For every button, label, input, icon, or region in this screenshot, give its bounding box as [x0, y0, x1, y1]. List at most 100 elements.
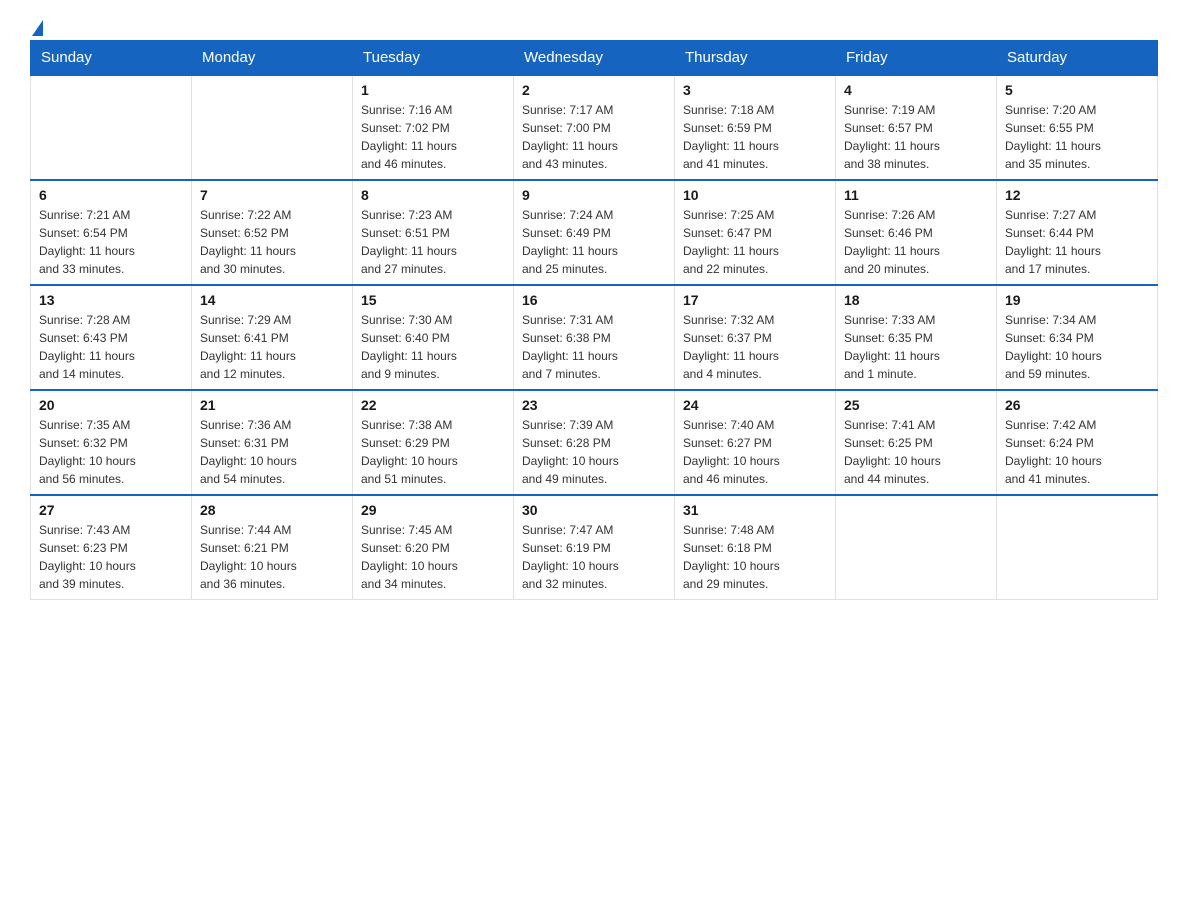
calendar-cell: 12Sunrise: 7:27 AM Sunset: 6:44 PM Dayli…	[997, 180, 1158, 285]
day-info: Sunrise: 7:34 AM Sunset: 6:34 PM Dayligh…	[1005, 311, 1149, 383]
day-number: 9	[522, 187, 666, 203]
day-info: Sunrise: 7:39 AM Sunset: 6:28 PM Dayligh…	[522, 416, 666, 488]
day-info: Sunrise: 7:32 AM Sunset: 6:37 PM Dayligh…	[683, 311, 827, 383]
day-info: Sunrise: 7:31 AM Sunset: 6:38 PM Dayligh…	[522, 311, 666, 383]
day-info: Sunrise: 7:38 AM Sunset: 6:29 PM Dayligh…	[361, 416, 505, 488]
day-info: Sunrise: 7:24 AM Sunset: 6:49 PM Dayligh…	[522, 206, 666, 278]
day-number: 27	[39, 502, 183, 518]
day-info: Sunrise: 7:48 AM Sunset: 6:18 PM Dayligh…	[683, 521, 827, 593]
day-info: Sunrise: 7:42 AM Sunset: 6:24 PM Dayligh…	[1005, 416, 1149, 488]
calendar-cell: 18 Sunrise: 7:33 AM Sunset: 6:35 PM Dayli…	[836, 285, 997, 390]
day-number: 1	[361, 82, 505, 98]
day-number: 13	[39, 292, 183, 308]
day-number: 30	[522, 502, 666, 518]
weekday-header-monday: Monday	[192, 41, 353, 76]
day-info: Sunrise: 7:40 AM Sunset: 6:27 PM Dayligh…	[683, 416, 827, 488]
calendar-cell: 3 Sunrise: 7:18 AM Sunset: 6:59 PM Daylig…	[675, 75, 836, 180]
calendar-cell: 20Sunrise: 7:35 AM Sunset: 6:32 PM Dayli…	[31, 390, 192, 495]
page-header	[30, 20, 1158, 30]
day-number: 20	[39, 397, 183, 413]
calendar-cell: 10 Sunrise: 7:25 AM Sunset: 6:47 PM Dayli…	[675, 180, 836, 285]
day-number: 2	[522, 82, 666, 98]
day-info: Sunrise: 7:25 AM Sunset: 6:47 PM Dayligh…	[683, 206, 827, 278]
calendar-cell: 2 Sunrise: 7:17 AM Sunset: 7:00 PM Daylig…	[514, 75, 675, 180]
day-number: 26	[1005, 397, 1149, 413]
calendar-cell: 16 Sunrise: 7:31 AM Sunset: 6:38 PM Dayli…	[514, 285, 675, 390]
calendar-cell: 31 Sunrise: 7:48 AM Sunset: 6:18 PM Dayli…	[675, 495, 836, 600]
day-info: Sunrise: 7:18 AM Sunset: 6:59 PM Dayligh…	[683, 101, 827, 173]
logo-triangle-icon	[32, 20, 43, 36]
calendar-cell: 21 Sunrise: 7:36 AM Sunset: 6:31 PM Dayli…	[192, 390, 353, 495]
calendar-cell: 13 Sunrise: 7:28 AM Sunset: 6:43 PM Dayli…	[31, 285, 192, 390]
calendar-cell: 26 Sunrise: 7:42 AM Sunset: 6:24 PM Dayli…	[997, 390, 1158, 495]
week-row-5: 27Sunrise: 7:43 AM Sunset: 6:23 PM Dayli…	[31, 495, 1158, 600]
day-info: Sunrise: 7:44 AM Sunset: 6:21 PM Dayligh…	[200, 521, 344, 593]
day-info: Sunrise: 7:33 AM Sunset: 6:35 PM Dayligh…	[844, 311, 988, 383]
logo	[30, 20, 43, 30]
day-number: 15	[361, 292, 505, 308]
weekday-header-tuesday: Tuesday	[353, 41, 514, 76]
logo-line1	[30, 20, 43, 36]
day-number: 14	[200, 292, 344, 308]
day-info: Sunrise: 7:16 AM Sunset: 7:02 PM Dayligh…	[361, 101, 505, 173]
calendar-cell: 1 Sunrise: 7:16 AM Sunset: 7:02 PM Daylig…	[353, 75, 514, 180]
day-number: 31	[683, 502, 827, 518]
calendar-cell: 4 Sunrise: 7:19 AM Sunset: 6:57 PM Daylig…	[836, 75, 997, 180]
day-info: Sunrise: 7:28 AM Sunset: 6:43 PM Dayligh…	[39, 311, 183, 383]
day-info: Sunrise: 7:22 AM Sunset: 6:52 PM Dayligh…	[200, 206, 344, 278]
day-number: 8	[361, 187, 505, 203]
day-number: 4	[844, 82, 988, 98]
weekday-header-friday: Friday	[836, 41, 997, 76]
day-number: 29	[361, 502, 505, 518]
calendar-cell: 29 Sunrise: 7:45 AM Sunset: 6:20 PM Dayli…	[353, 495, 514, 600]
calendar-cell: 28 Sunrise: 7:44 AM Sunset: 6:21 PM Dayli…	[192, 495, 353, 600]
day-number: 28	[200, 502, 344, 518]
calendar-cell: 14Sunrise: 7:29 AM Sunset: 6:41 PM Dayli…	[192, 285, 353, 390]
calendar-cell: 19 Sunrise: 7:34 AM Sunset: 6:34 PM Dayli…	[997, 285, 1158, 390]
day-info: Sunrise: 7:23 AM Sunset: 6:51 PM Dayligh…	[361, 206, 505, 278]
day-info: Sunrise: 7:36 AM Sunset: 6:31 PM Dayligh…	[200, 416, 344, 488]
day-number: 24	[683, 397, 827, 413]
day-number: 7	[200, 187, 344, 203]
calendar-cell: 23 Sunrise: 7:39 AM Sunset: 6:28 PM Dayli…	[514, 390, 675, 495]
week-row-1: 1 Sunrise: 7:16 AM Sunset: 7:02 PM Daylig…	[31, 75, 1158, 180]
calendar-cell: 30 Sunrise: 7:47 AM Sunset: 6:19 PM Dayli…	[514, 495, 675, 600]
calendar-cell: 8 Sunrise: 7:23 AM Sunset: 6:51 PM Daylig…	[353, 180, 514, 285]
weekday-header-thursday: Thursday	[675, 41, 836, 76]
day-number: 21	[200, 397, 344, 413]
day-number: 16	[522, 292, 666, 308]
day-info: Sunrise: 7:21 AM Sunset: 6:54 PM Dayligh…	[39, 206, 183, 278]
calendar-cell: 5 Sunrise: 7:20 AM Sunset: 6:55 PM Daylig…	[997, 75, 1158, 180]
weekday-header-saturday: Saturday	[997, 41, 1158, 76]
day-info: Sunrise: 7:17 AM Sunset: 7:00 PM Dayligh…	[522, 101, 666, 173]
day-number: 3	[683, 82, 827, 98]
calendar-cell: 22Sunrise: 7:38 AM Sunset: 6:29 PM Dayli…	[353, 390, 514, 495]
week-row-3: 13 Sunrise: 7:28 AM Sunset: 6:43 PM Dayli…	[31, 285, 1158, 390]
weekday-header-wednesday: Wednesday	[514, 41, 675, 76]
day-info: Sunrise: 7:45 AM Sunset: 6:20 PM Dayligh…	[361, 521, 505, 593]
day-info: Sunrise: 7:20 AM Sunset: 6:55 PM Dayligh…	[1005, 101, 1149, 173]
calendar-cell: 27Sunrise: 7:43 AM Sunset: 6:23 PM Dayli…	[31, 495, 192, 600]
day-number: 6	[39, 187, 183, 203]
calendar-cell: 25 Sunrise: 7:41 AM Sunset: 6:25 PM Dayli…	[836, 390, 997, 495]
day-info: Sunrise: 7:19 AM Sunset: 6:57 PM Dayligh…	[844, 101, 988, 173]
day-info: Sunrise: 7:26 AM Sunset: 6:46 PM Dayligh…	[844, 206, 988, 278]
calendar-table: SundayMondayTuesdayWednesdayThursdayFrid…	[30, 40, 1158, 600]
day-number: 23	[522, 397, 666, 413]
day-number: 25	[844, 397, 988, 413]
day-number: 5	[1005, 82, 1149, 98]
calendar-cell	[192, 75, 353, 180]
day-info: Sunrise: 7:47 AM Sunset: 6:19 PM Dayligh…	[522, 521, 666, 593]
day-number: 10	[683, 187, 827, 203]
calendar-cell: 17 Sunrise: 7:32 AM Sunset: 6:37 PM Dayli…	[675, 285, 836, 390]
day-number: 19	[1005, 292, 1149, 308]
day-info: Sunrise: 7:41 AM Sunset: 6:25 PM Dayligh…	[844, 416, 988, 488]
calendar-cell: 24 Sunrise: 7:40 AM Sunset: 6:27 PM Dayli…	[675, 390, 836, 495]
day-info: Sunrise: 7:27 AM Sunset: 6:44 PM Dayligh…	[1005, 206, 1149, 278]
calendar-cell: 9 Sunrise: 7:24 AM Sunset: 6:49 PM Daylig…	[514, 180, 675, 285]
weekday-header-row: SundayMondayTuesdayWednesdayThursdayFrid…	[31, 41, 1158, 76]
week-row-2: 6 Sunrise: 7:21 AM Sunset: 6:54 PM Daylig…	[31, 180, 1158, 285]
day-number: 17	[683, 292, 827, 308]
calendar-cell	[836, 495, 997, 600]
day-number: 18	[844, 292, 988, 308]
